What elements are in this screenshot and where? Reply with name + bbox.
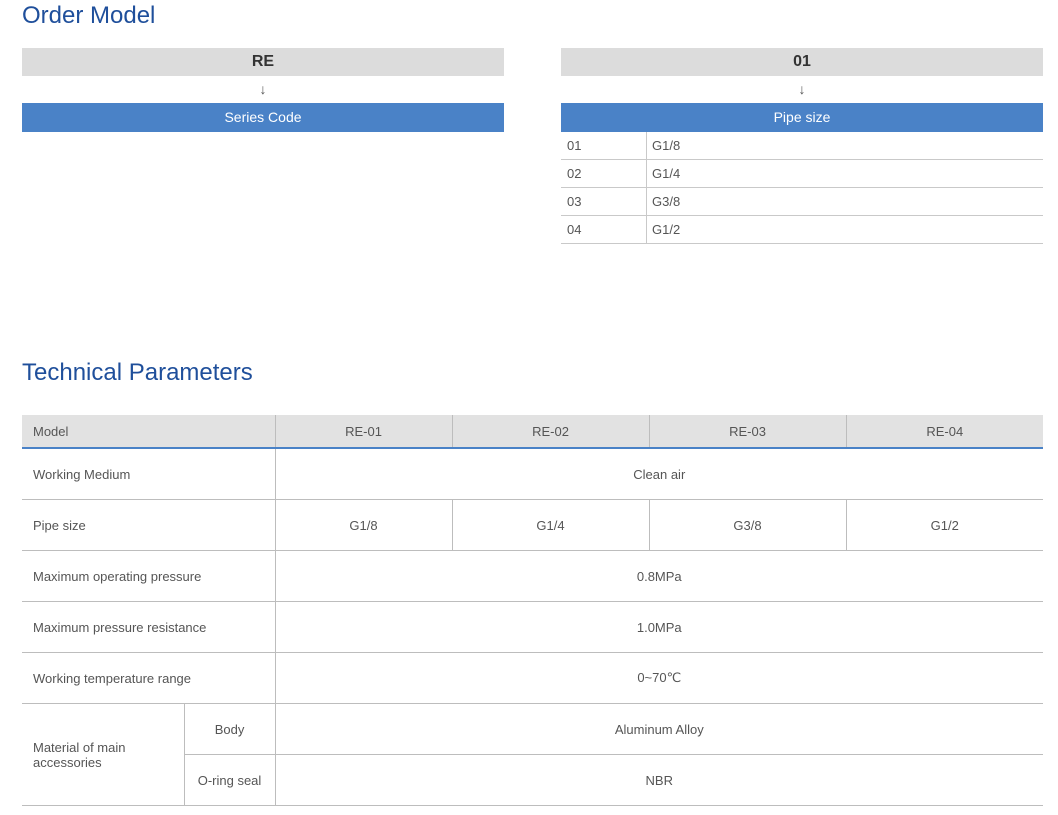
model-header-cell: RE-02 [451, 415, 650, 449]
row-label: Maximum pressure resistance [22, 601, 276, 653]
row-value: 1.0MPa [274, 601, 1044, 653]
pipe-size-cell: G3/8 [646, 187, 1043, 216]
model-header-cell: RE-04 [845, 415, 1044, 449]
table-row: Maximum operating pressure 0.8MPa [22, 550, 1044, 602]
table-row: 02 G1/4 [561, 159, 1043, 188]
pipe-size-cell: G1/8 [646, 132, 1043, 160]
row-value: Clean air [274, 448, 1044, 500]
table-row: Maximum pressure resistance 1.0MPa [22, 601, 1044, 653]
row-label: Material of main accessories [22, 703, 184, 806]
row-value: G1/4 [451, 499, 650, 551]
pipe-size-block: 01 ↓ Pipe size 01 G1/8 02 G1/4 03 G3/8 0… [561, 48, 1043, 244]
row-label: Pipe size [22, 499, 276, 551]
series-code-label: Series Code [22, 103, 504, 132]
model-header-cell: RE-03 [648, 415, 847, 449]
sub-label: Body [183, 703, 276, 755]
table-row: 04 G1/2 [561, 215, 1043, 244]
table-row: Working Medium Clean air [22, 448, 1044, 500]
series-code-value: RE [22, 48, 504, 76]
row-value: 0.8MPa [274, 550, 1044, 602]
row-label: Maximum operating pressure [22, 550, 276, 602]
table-row: Working temperature range 0~70℃ [22, 652, 1044, 704]
model-header-cell: RE-01 [274, 415, 453, 449]
row-value: G1/8 [274, 499, 453, 551]
row-value: G1/2 [845, 499, 1044, 551]
table-row: 01 G1/8 [561, 132, 1043, 160]
table-row: Material of main accessories Body Alumin… [22, 703, 1044, 806]
pipe-size-cell: G1/2 [646, 215, 1043, 244]
order-model-title: Order Model [22, 2, 156, 29]
pipe-size-table: 01 G1/8 02 G1/4 03 G3/8 04 G1/2 [561, 132, 1043, 244]
row-value: 0~70℃ [274, 652, 1044, 704]
model-header: Model [22, 415, 276, 449]
table-row: 03 G3/8 [561, 187, 1043, 216]
pipe-size-cell: G1/4 [646, 159, 1043, 188]
row-value: NBR [274, 754, 1044, 806]
pipe-code-cell: 02 [561, 159, 647, 188]
pipe-size-label: Pipe size [561, 103, 1043, 132]
pipe-code-cell: 03 [561, 187, 647, 216]
table-row: Pipe size G1/8 G1/4 G3/8 G1/2 [22, 499, 1044, 551]
down-arrow-icon: ↓ [798, 81, 806, 97]
series-code-block: RE ↓ Series Code [22, 48, 504, 132]
row-value: G3/8 [648, 499, 847, 551]
pipe-code-cell: 01 [561, 132, 647, 160]
table-header-row: Model RE-01 RE-02 RE-03 RE-04 [22, 415, 1044, 449]
technical-parameters-table: Model RE-01 RE-02 RE-03 RE-04 Working Me… [22, 415, 1044, 806]
pipe-code-cell: 04 [561, 215, 647, 244]
down-arrow-icon: ↓ [259, 81, 267, 97]
pipe-size-code-value: 01 [561, 48, 1043, 76]
technical-parameters-title: Technical Parameters [22, 359, 253, 386]
row-label: Working temperature range [22, 652, 276, 704]
row-label: Working Medium [22, 448, 276, 500]
row-value: Aluminum Alloy [274, 703, 1044, 755]
sub-label: O-ring seal [183, 754, 276, 806]
